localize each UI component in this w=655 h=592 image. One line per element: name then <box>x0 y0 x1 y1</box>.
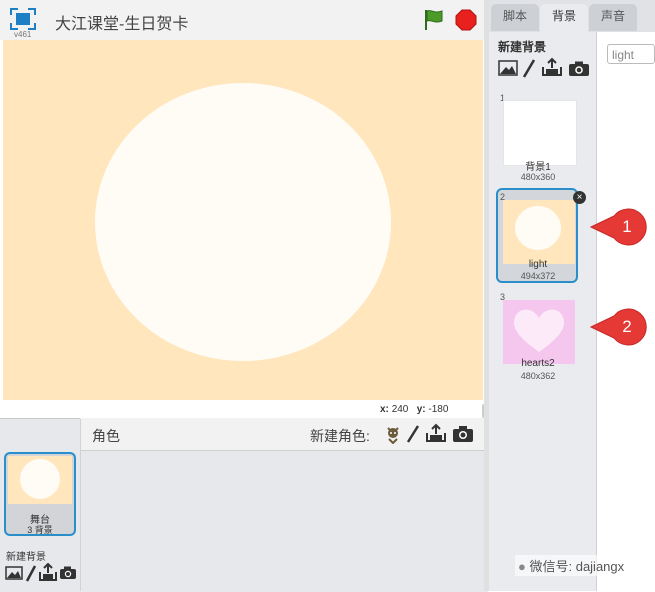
backdrop-library-icon[interactable] <box>498 60 518 81</box>
backdrop-name: hearts2 <box>521 358 555 369</box>
backdrop-size: 480x360 <box>520 172 556 182</box>
backdrop-size: 480x362 <box>520 371 556 381</box>
callout-marker-1: 1 <box>589 208 652 246</box>
wechat-icon: ● <box>518 559 526 574</box>
sprite-library-icon[interactable] <box>383 424 403 449</box>
callout-number: 1 <box>622 217 632 236</box>
upload-backdrop-icon[interactable] <box>39 562 57 586</box>
stop-icon[interactable] <box>455 9 477 31</box>
x-label: x: <box>380 404 389 415</box>
watermark-text: 微信号: dajiangx <box>529 559 625 574</box>
paint-backdrop-icon[interactable] <box>522 58 536 83</box>
version-label: v461 <box>14 30 32 39</box>
backdrop-thumbnail-3[interactable] <box>503 300 575 364</box>
heart-icon <box>514 309 564 352</box>
backdrop-thumbnail-2[interactable] <box>503 200 575 264</box>
watermark: ● 微信号: dajiangx <box>515 555 628 576</box>
tab-scripts[interactable]: 脚本 <box>491 4 539 31</box>
backdrop-name-input[interactable]: light <box>607 44 655 64</box>
paint-new-sprite-icon[interactable] <box>405 424 421 449</box>
project-title[interactable]: 大江课堂-生日贺卡 <box>55 10 188 34</box>
callout-marker-2: 2 <box>589 308 652 346</box>
upload-backdrop-icon[interactable] <box>541 57 563 82</box>
tab-sounds[interactable]: 声音 <box>589 4 637 31</box>
paint-backdrop-icon[interactable] <box>25 564 37 587</box>
delete-backdrop-close-icon[interactable]: × <box>573 191 586 204</box>
new-backdrop-title: 新建背景 <box>498 40 547 54</box>
stage-light-circle <box>95 83 391 361</box>
tab-backdrops[interactable]: 背景 <box>540 4 588 33</box>
y-label: y: <box>416 404 426 415</box>
green-flag-icon[interactable] <box>422 8 446 32</box>
camera-backdrop-icon[interactable] <box>59 566 77 585</box>
backdrop-library-icon[interactable] <box>5 566 23 585</box>
sprites-label: 角色 <box>92 428 120 444</box>
stage-backdrop-count: 3 背景 <box>27 525 53 535</box>
backdrop-thumbnail-1[interactable] <box>503 100 577 166</box>
camera-sprite-icon[interactable] <box>452 425 474 448</box>
new-sprite-label: 新建角色: <box>310 428 370 444</box>
stage[interactable] <box>3 40 483 400</box>
mouse-coordinates: x: 240 y: -180 <box>380 404 448 415</box>
backdrop-size: 494x372 <box>520 271 556 281</box>
fullscreen-icon[interactable] <box>10 8 36 30</box>
y-value: -180 <box>428 404 449 415</box>
backdrop-name: light <box>528 259 548 270</box>
callout-number: 2 <box>622 317 632 336</box>
backdrop-name: 背景1 <box>525 162 551 173</box>
x-value: 240 <box>391 404 409 415</box>
new-backdrop-label: 新建背景 <box>6 552 46 563</box>
stage-thumbnail-circle <box>20 459 60 499</box>
backdrop-light-circle <box>515 206 561 250</box>
upload-sprite-icon[interactable] <box>425 423 447 448</box>
camera-backdrop-icon[interactable] <box>568 61 590 82</box>
